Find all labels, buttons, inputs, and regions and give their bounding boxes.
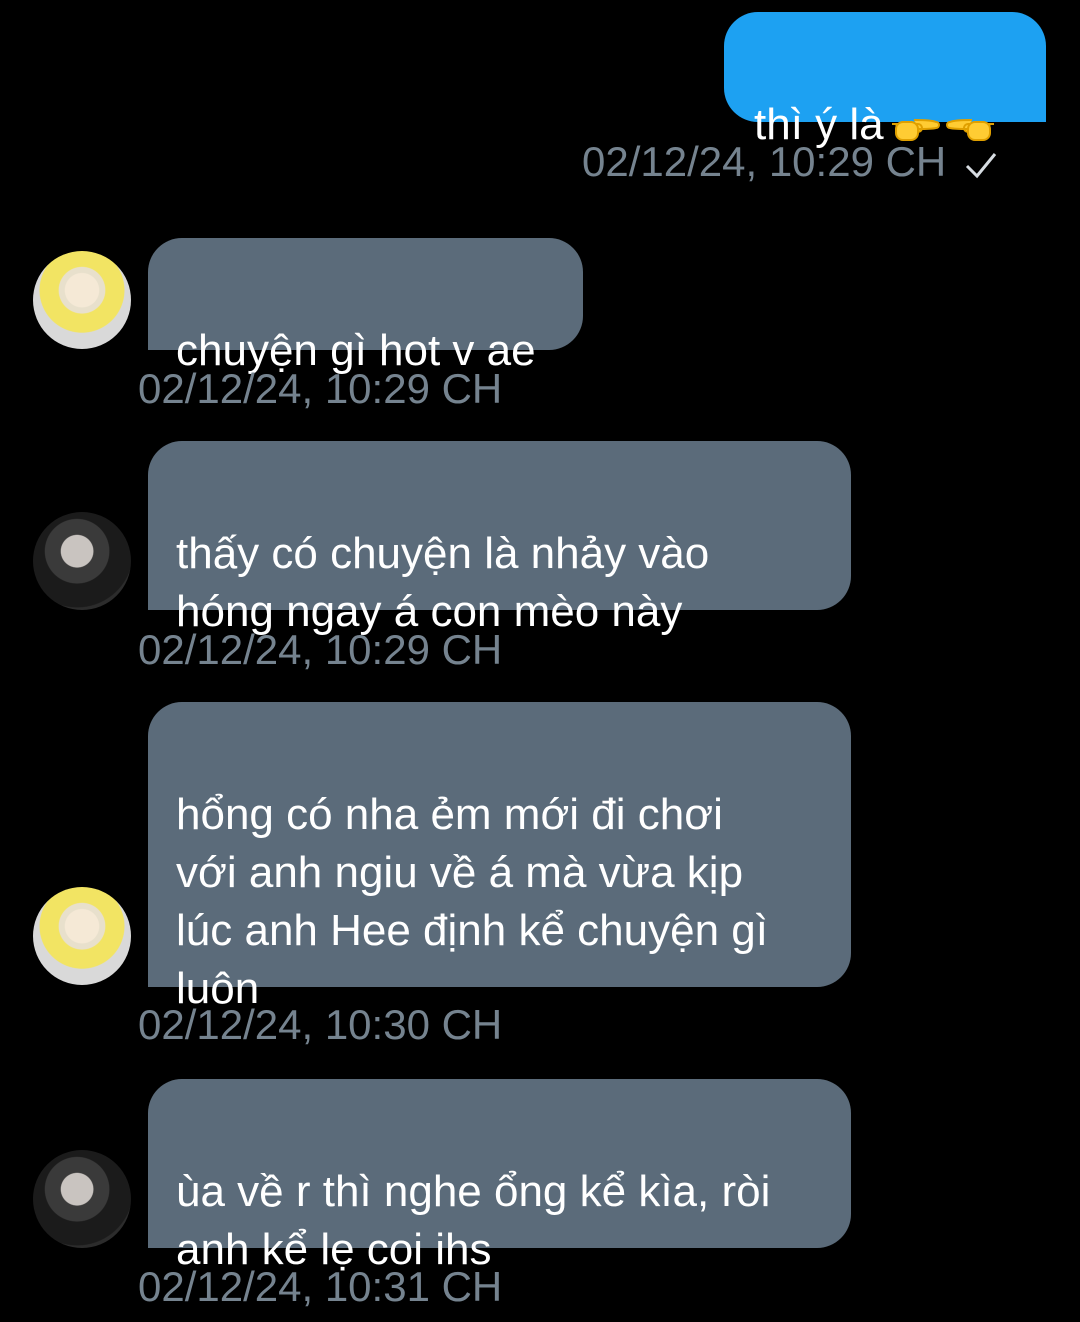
message-timestamp: 02/12/24, 10:29 CH — [138, 626, 503, 673]
message-timestamp: 02/12/24, 10:29 CH — [138, 365, 503, 412]
message-bubble-incoming[interactable]: hổng có nha ẻm mới đi chơi với anh ngiu … — [148, 702, 851, 1013]
message-bubble-incoming[interactable]: ùa về r thì nghe ổng kể kìa, ròi anh kể … — [148, 1079, 851, 1274]
message-bubble-incoming[interactable]: chuyện gì hot v ae — [148, 238, 583, 375]
message-timestamp: 02/12/24, 10:29 CH — [582, 137, 998, 187]
message-text: thấy có chuyện là nhảy vào hóng ngay á c… — [176, 529, 710, 636]
avatar[interactable] — [33, 1150, 131, 1248]
message-bubble-incoming[interactable]: thấy có chuyện là nhảy vào hóng ngay á c… — [148, 441, 851, 636]
avatar[interactable] — [33, 512, 131, 610]
message-timestamp: 02/12/24, 10:30 CH — [138, 1001, 503, 1048]
message-timestamp: 02/12/24, 10:31 CH — [138, 1263, 503, 1310]
avatar[interactable] — [33, 251, 131, 349]
message-text: ùa về r thì nghe ổng kể kìa, ròi anh kể … — [176, 1167, 771, 1274]
checkmark-icon — [965, 152, 997, 179]
message-bubble-outgoing[interactable]: thì ý là — [724, 12, 1046, 149]
message-text: hổng có nha ẻm mới đi chơi với anh ngiu … — [176, 790, 768, 1013]
avatar[interactable] — [33, 887, 131, 985]
